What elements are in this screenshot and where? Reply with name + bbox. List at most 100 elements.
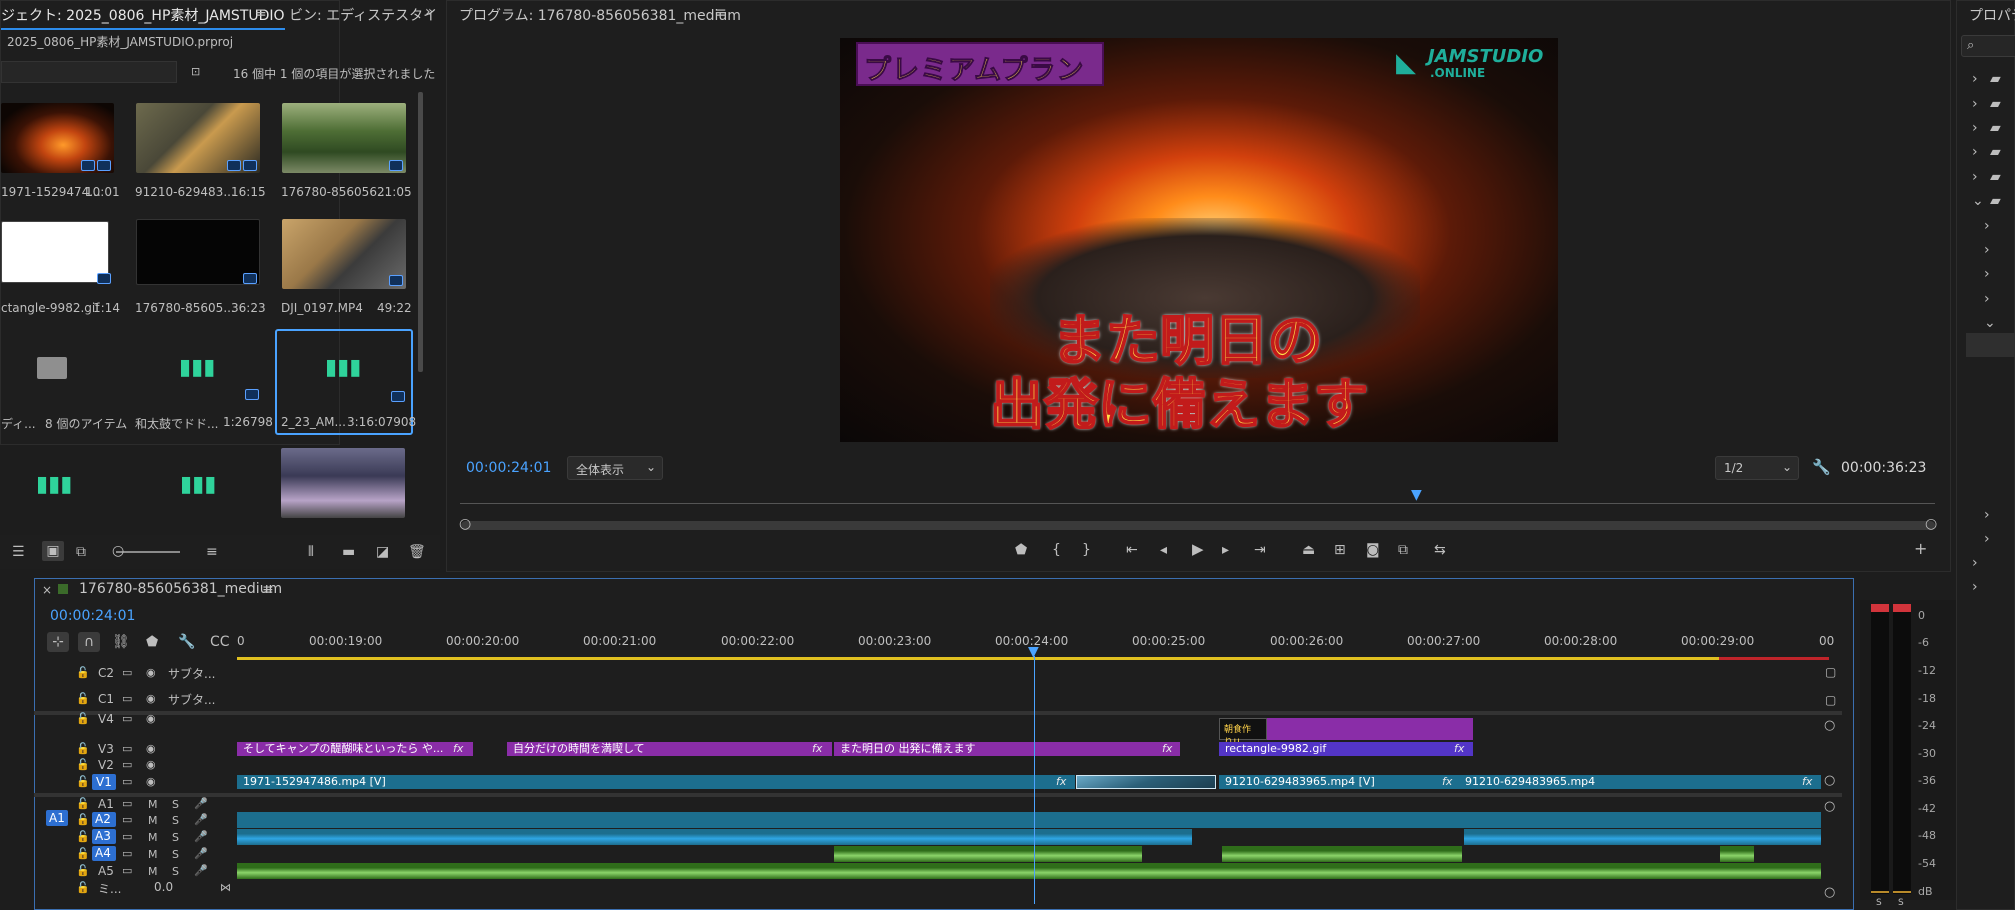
work-area-bar-end[interactable]	[1719, 657, 1829, 660]
playhead-line[interactable]	[1034, 656, 1035, 904]
thumb-white[interactable]	[1, 221, 109, 283]
track-toggle-icon[interactable]: ▭	[122, 667, 132, 678]
tab-program[interactable]: プログラム: 176780-856056381_medium	[459, 5, 741, 25]
folder-icon[interactable]	[37, 357, 67, 379]
solo-button[interactable]: S	[172, 814, 179, 827]
eye-icon[interactable]: ◉	[146, 693, 156, 704]
audio-clip-a2[interactable]	[237, 812, 1821, 828]
work-area-bar[interactable]	[237, 657, 1719, 660]
snap-icon[interactable]: ∩	[78, 632, 100, 652]
mark-out-icon[interactable]: }	[1082, 543, 1091, 557]
eye-icon[interactable]: ◉	[146, 743, 156, 754]
audio-clip-a5[interactable]	[237, 863, 1821, 879]
microphone-icon[interactable]: 🎤	[194, 798, 208, 809]
clip-v1-3[interactable]: 91210-629483965.mp4	[1459, 775, 1821, 789]
fx-badge-icon[interactable]: fx	[1802, 775, 1812, 788]
proxy-toggle-icon[interactable]: ⇆	[1434, 543, 1446, 557]
solo-button[interactable]: S	[172, 831, 179, 844]
scroll-handle-icon[interactable]: ▢	[1825, 666, 1836, 678]
search-input[interactable]	[1, 61, 177, 83]
resolution-dropdown[interactable]: 1/2 ⌄	[1715, 456, 1799, 480]
step-forward-icon[interactable]: ▸	[1222, 543, 1229, 557]
expand-arrow-icon[interactable]: ›	[1972, 170, 1978, 184]
lock-icon[interactable]: 🔓	[76, 814, 90, 825]
audio-waveform-icon[interactable]: ▮▮▮	[36, 474, 72, 496]
clip-v3-2[interactable]: 自分だけの時間を満喫して	[507, 742, 832, 756]
track-toggle-icon[interactable]: ▭	[122, 693, 132, 704]
fx-badge-icon[interactable]: fx	[453, 742, 463, 755]
tab-project[interactable]: ジェクト: 2025_0806_HP素材_JAMSTUDIO	[1, 5, 285, 30]
lock-icon[interactable]: 🔓	[76, 831, 90, 842]
monitor-ruler[interactable]	[460, 490, 1935, 504]
add-button-icon[interactable]: +	[1914, 541, 1927, 557]
microphone-icon[interactable]: 🎤	[194, 831, 208, 842]
fit-dropdown[interactable]: 全体表示 ⌄	[567, 456, 663, 480]
scroll-handle-icon[interactable]: ○	[1824, 774, 1835, 787]
transition[interactable]	[1076, 775, 1216, 789]
video-frame[interactable]: プレミアムプラン ◣ JAMSTUDIO .ONLINE また明日の 出発に備え…	[840, 38, 1558, 442]
microphone-icon[interactable]: 🎤	[194, 848, 208, 859]
track-v1-source[interactable]: V1	[92, 774, 116, 790]
track-toggle-icon[interactable]: ▭	[122, 814, 132, 825]
lock-icon[interactable]: 🔓	[76, 848, 90, 859]
expand-arrow-icon[interactable]: ›	[1984, 267, 1990, 281]
captions-icon[interactable]: CC	[210, 635, 230, 649]
go-to-out-icon[interactable]: ⇥	[1254, 543, 1266, 557]
scroll-handle-icon[interactable]: ○	[1824, 800, 1835, 813]
audio-waveform-icon[interactable]: ▮▮▮	[179, 357, 215, 379]
tab-sequence[interactable]: 176780-856056381_medium	[79, 581, 282, 597]
folder-icon[interactable]: ▰	[1990, 121, 2001, 135]
automate-to-sequence-icon[interactable]: ⫴	[308, 545, 314, 559]
zoom-slider[interactable]	[116, 551, 180, 553]
collapse-arrow-icon[interactable]: ⌄	[1972, 194, 1984, 208]
expand-arrow-icon[interactable]: ›	[1984, 292, 1990, 306]
extract-icon[interactable]: ⊞	[1334, 543, 1346, 557]
zoom-handle-icon[interactable]: ○	[112, 544, 124, 558]
folder-icon[interactable]: ▰	[1990, 145, 2001, 159]
clip-v4-thumb[interactable]: 朝食作り!!	[1219, 718, 1267, 748]
mark-in-icon[interactable]: {	[1052, 543, 1061, 557]
mix-volume[interactable]: 0.0	[154, 880, 173, 894]
lock-icon[interactable]: 🔓	[76, 798, 90, 809]
lift-icon[interactable]: ⏏	[1302, 543, 1315, 557]
thumb-setup[interactable]	[281, 448, 405, 518]
tab-bin[interactable]: ビン: エディステスタイ	[289, 5, 437, 25]
lock-icon[interactable]: 🔓	[76, 759, 90, 770]
folder-icon[interactable]: ▰	[1990, 170, 2001, 184]
lock-icon[interactable]: 🔓	[76, 693, 90, 704]
clip-v3-1[interactable]: そしてキャンプの醍醐味といったら や...	[237, 742, 473, 756]
meter-solo-left[interactable]: S	[1876, 898, 1882, 908]
track-a2-target[interactable]: A2	[92, 812, 116, 827]
expand-arrow-icon[interactable]: ›	[1972, 145, 1978, 159]
expand-arrow-icon[interactable]: ›	[1984, 243, 1990, 257]
track-toggle-icon[interactable]: ▭	[122, 759, 132, 770]
thumb-forest[interactable]	[282, 103, 406, 173]
solo-button[interactable]: S	[172, 848, 179, 861]
track-a3-target[interactable]: A3	[92, 829, 116, 844]
microphone-icon[interactable]: 🎤	[194, 814, 208, 825]
new-bin-icon[interactable]: ▬	[342, 545, 355, 559]
close-icon[interactable]: ×	[42, 584, 52, 596]
comparison-view-icon[interactable]: ⧉	[1398, 543, 1408, 557]
program-current-time[interactable]: 00:00:24:01	[466, 460, 551, 476]
eye-icon[interactable]: ◉	[146, 713, 156, 724]
track-toggle-icon[interactable]: ▭	[122, 831, 132, 842]
lock-icon[interactable]: 🔓	[76, 776, 90, 787]
sort-icon[interactable]: ≡	[206, 545, 218, 559]
mute-button[interactable]: M	[148, 798, 158, 811]
expand-arrow-icon[interactable]: ›	[1984, 532, 1990, 546]
scroll-handle-icon[interactable]: ○	[1824, 886, 1835, 899]
tab-properties[interactable]: プロパティ	[1969, 5, 2015, 25]
mute-button[interactable]: M	[148, 814, 158, 827]
fx-badge-icon[interactable]: fx	[1454, 742, 1464, 755]
panel-overflow-icon[interactable]: »	[425, 5, 434, 19]
icon-view-icon[interactable]: ▣	[42, 541, 64, 561]
selected-row[interactable]	[1966, 333, 2015, 357]
track-toggle-icon[interactable]: ▭	[122, 743, 132, 754]
expand-arrow-icon[interactable]: ›	[1972, 556, 1978, 570]
eye-icon[interactable]: ◉	[146, 776, 156, 787]
fx-badge-icon[interactable]: fx	[1162, 742, 1172, 755]
clip-v3-3[interactable]: また明日の 出発に備えます	[834, 742, 1180, 756]
panel-menu-icon[interactable]: ≡	[255, 6, 267, 20]
lock-icon[interactable]: 🔓	[76, 667, 90, 678]
